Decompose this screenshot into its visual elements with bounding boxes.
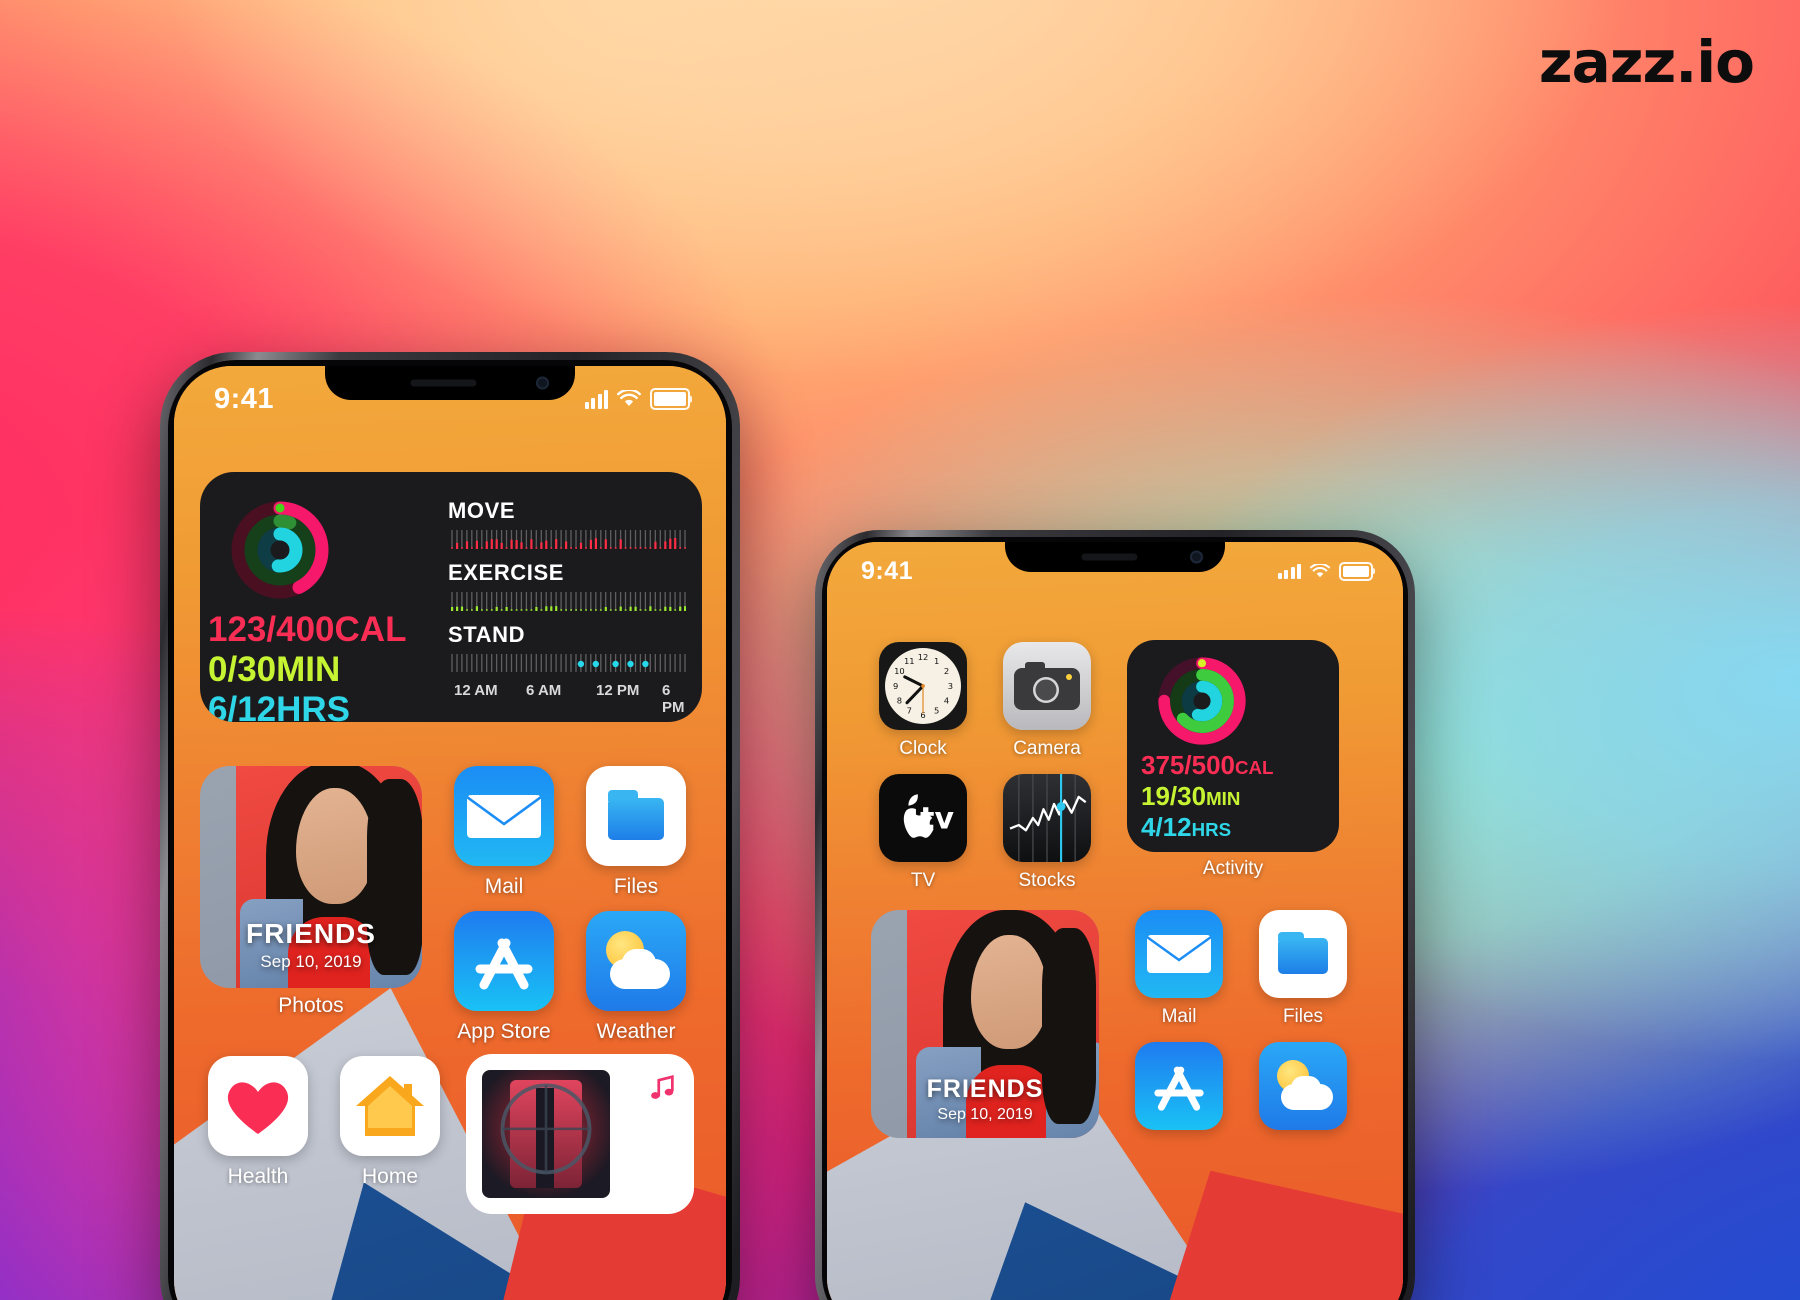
app-stocks[interactable]: Stocks <box>995 774 1099 892</box>
cellular-bars-icon <box>1277 563 1301 579</box>
mail-icon <box>1135 910 1223 998</box>
stat-move-large: 123/400CAL <box>208 610 407 649</box>
app-label: Home <box>361 1165 419 1188</box>
camera-icon <box>1003 642 1091 730</box>
app-label: Camera <box>1013 738 1081 759</box>
files-icon <box>586 766 686 866</box>
chart-stand <box>448 652 686 678</box>
activity-widget-label-small: Activity <box>1202 858 1264 879</box>
activity-rings-icon <box>1157 656 1247 746</box>
svg-text:12: 12 <box>918 652 929 662</box>
stat-move-small: 375/500CAL <box>1141 750 1274 780</box>
stocks-icon <box>1003 774 1091 862</box>
wifi-icon <box>617 390 641 406</box>
app-label: Files <box>1282 1006 1324 1027</box>
app-label: Clock <box>899 738 947 759</box>
wifi-icon <box>1310 563 1330 577</box>
clock-icon: 12 1 2 345 678 9 10 11 <box>879 642 967 730</box>
app-store-small[interactable] <box>1127 1042 1231 1130</box>
chart-title-move: MOVE <box>448 498 516 523</box>
chart-exercise <box>448 590 687 616</box>
app-files-small[interactable]: Files <box>1251 910 1355 1028</box>
app-label: Mail <box>1161 1006 1197 1027</box>
activity-widget-small[interactable]: 375/500CAL 19/30MIN 4/12HRS <box>1127 640 1339 852</box>
home-icon <box>340 1056 440 1156</box>
music-widget[interactable] <box>466 1054 694 1214</box>
svg-text:11: 11 <box>904 656 915 666</box>
stat-exercise-small: 19/30MIN <box>1141 781 1241 811</box>
battery-full-icon <box>1339 561 1373 581</box>
photos-caption-date-small: Sep 10, 2019 <box>937 1106 1033 1123</box>
phone-screen-large: 9:41 123/400CAL 0/30MIN 6/12HRS MOVE EXE… <box>174 366 726 1300</box>
svg-text:1: 1 <box>934 656 939 666</box>
status-bar-small: 9:41 <box>827 554 1403 588</box>
photos-widget-small[interactable]: FRIENDS Sep 10, 2019 <box>871 910 1099 1138</box>
phone-screen-small: 9:41 12 1 2 3 4 5 6 7 8 9 10 11 Clock Ca… <box>827 542 1403 1300</box>
app-label: Stocks <box>1018 870 1076 891</box>
app-tv[interactable]: tv TV <box>871 774 975 892</box>
app-store-large[interactable]: App Store <box>446 911 562 1044</box>
app-clock[interactable]: 12 1 2 345 678 9 10 11 Clock <box>871 642 975 760</box>
phone-large: 9:41 123/400CAL 0/30MIN 6/12HRS MOVE EXE… <box>160 352 740 1300</box>
music-note-icon <box>651 1075 674 1099</box>
photos-caption-date-large: Sep 10, 2019 <box>260 952 362 971</box>
photos-caption-title-small: FRIENDS <box>926 1075 1044 1103</box>
svg-text:2: 2 <box>944 666 949 676</box>
svg-text:7: 7 <box>907 705 912 715</box>
health-icon <box>208 1056 308 1156</box>
svg-text:9: 9 <box>893 681 898 691</box>
app-label: Mail <box>484 875 524 898</box>
status-time-small: 9:41 <box>861 556 914 585</box>
app-store-icon <box>1135 1042 1223 1130</box>
svg-text:10: 10 <box>894 666 905 676</box>
chart-title-stand: STAND <box>448 622 526 647</box>
cellular-bars-icon <box>584 389 608 409</box>
chart-axis-labels: 12 AM 6 AM 12 PM 6 PM <box>454 682 685 716</box>
activity-rings-icon <box>230 500 330 600</box>
chart-title-exercise: EXERCISE <box>448 560 565 585</box>
apple-tv-icon: tv <box>879 774 967 862</box>
weather-icon <box>586 911 686 1011</box>
stat-exercise-large: 0/30MIN <box>208 650 341 689</box>
app-label: TV <box>910 870 936 891</box>
status-bar-large: 9:41 <box>174 380 726 418</box>
app-mail-small[interactable]: Mail <box>1127 910 1231 1028</box>
svg-text:tv: tv <box>920 802 954 837</box>
app-label: Health <box>227 1165 289 1188</box>
photos-widget-large[interactable]: FRIENDS Sep 10, 2019 <box>200 766 422 988</box>
app-health[interactable]: Health <box>200 1056 316 1189</box>
app-label: App Store <box>457 1020 551 1043</box>
app-weather-small[interactable] <box>1251 1042 1355 1130</box>
app-label: Weather <box>596 1020 676 1043</box>
chart-move <box>448 528 686 554</box>
app-files-large[interactable]: Files <box>578 766 694 899</box>
app-weather-large[interactable]: Weather <box>578 911 694 1044</box>
zazz-logo: zazz.io <box>1538 28 1755 96</box>
svg-text:3: 3 <box>948 681 953 691</box>
phone-small: 9:41 12 1 2 3 4 5 6 7 8 9 10 11 Clock Ca… <box>815 530 1415 1300</box>
app-home[interactable]: Home <box>332 1056 448 1189</box>
photos-widget-label: Photos <box>278 994 344 1017</box>
stat-stand-small: 4/12HRS <box>1141 812 1232 842</box>
screenshot-root: zazz.io 9:41 12 1 2 3 4 5 6 7 8 9 10 11 … <box>0 0 1800 1300</box>
photos-caption-title-large: FRIENDS <box>246 918 376 949</box>
svg-text:4: 4 <box>944 695 949 705</box>
status-time-large: 9:41 <box>214 382 275 415</box>
app-store-icon <box>454 911 554 1011</box>
svg-text:5: 5 <box>934 705 939 715</box>
svg-text:8: 8 <box>897 695 902 705</box>
app-camera[interactable]: Camera <box>995 642 1099 760</box>
files-icon <box>1259 910 1347 998</box>
mail-icon <box>454 766 554 866</box>
activity-widget-large[interactable]: 123/400CAL 0/30MIN 6/12HRS MOVE EXERCISE… <box>200 472 702 722</box>
weather-icon <box>1259 1042 1347 1130</box>
battery-full-icon <box>650 388 690 410</box>
app-mail-large[interactable]: Mail <box>446 766 562 899</box>
app-label: Files <box>613 875 659 898</box>
stat-stand-large: 6/12HRS <box>208 690 351 722</box>
